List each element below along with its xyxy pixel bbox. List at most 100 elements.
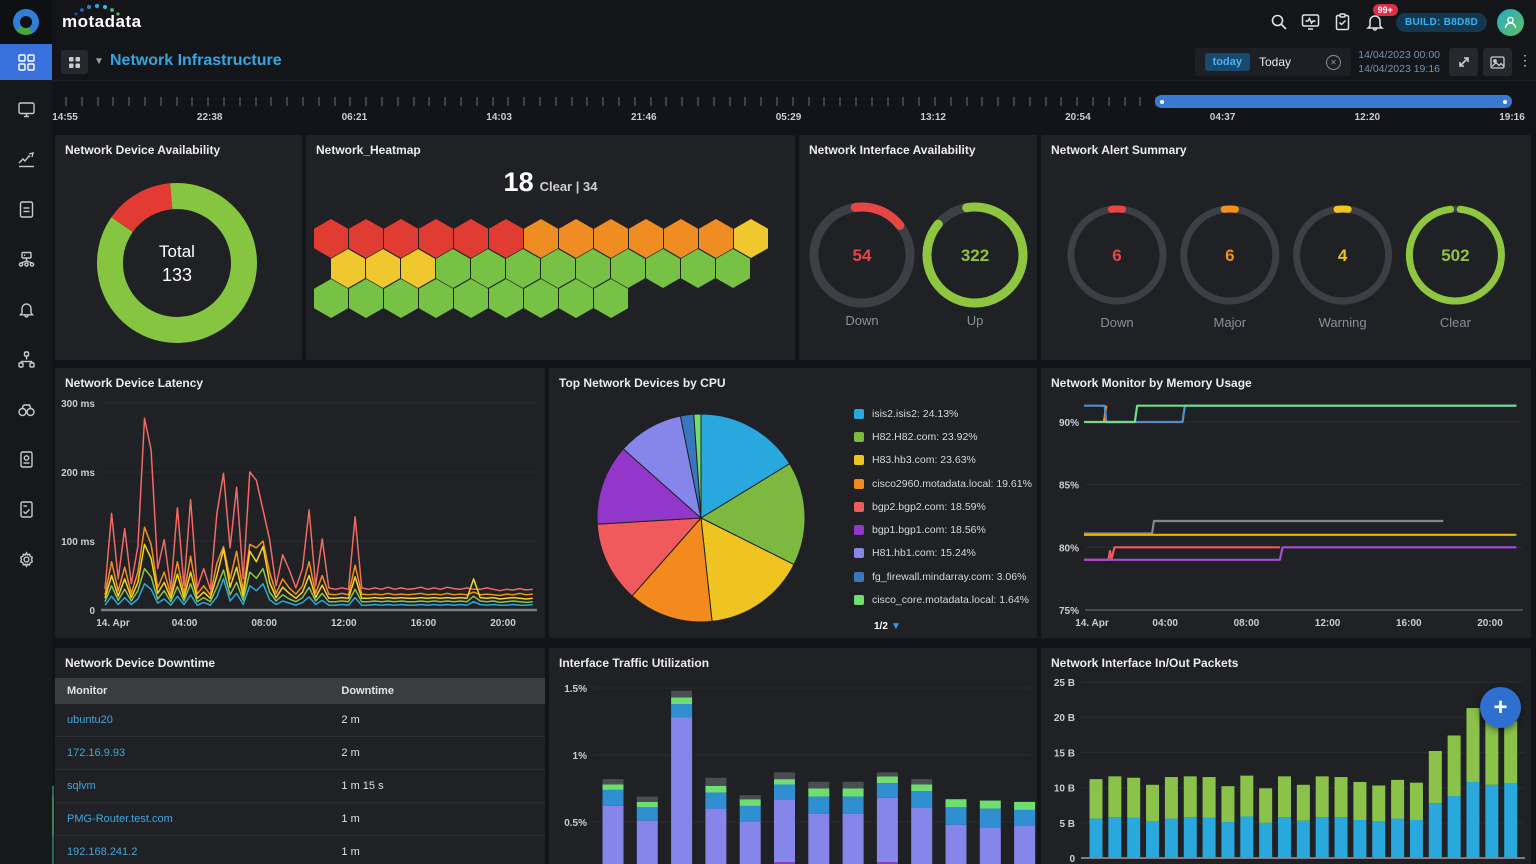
notifications-bell-icon[interactable]: 99+ <box>1364 11 1386 33</box>
timeline-label: 04:37 <box>1210 112 1236 123</box>
timeline-tick <box>112 97 114 106</box>
snapshot-button[interactable] <box>1483 48 1512 76</box>
chevron-down-icon[interactable]: ▼ <box>94 56 104 67</box>
sidebar-item-monitors[interactable] <box>0 90 52 128</box>
timeline-tick <box>713 97 715 106</box>
sidebar-item-dashboards[interactable] <box>0 44 52 80</box>
time-range-picker[interactable]: today Today ✕ <box>1195 48 1351 76</box>
app-logo[interactable] <box>0 0 52 44</box>
legend-item[interactable]: H83.hb3.com: 23.63% <box>854 449 1032 472</box>
timeline-label: 19:16 <box>1499 112 1525 123</box>
legend-item[interactable]: H82.H82.com: 23.92% <box>854 425 1032 448</box>
dashboard-title[interactable]: Network Infrastructure <box>110 52 282 70</box>
svg-text:20:00: 20:00 <box>490 618 516 629</box>
timeline-tick <box>255 97 257 106</box>
hex-cell-yellow[interactable] <box>734 219 768 258</box>
timeline-tick <box>744 97 746 106</box>
timeline-tick <box>128 97 130 106</box>
logs-icon <box>17 200 36 219</box>
metrics-icon <box>17 150 36 169</box>
legend-item[interactable]: H81.hb1.com: 15.24% <box>854 542 1032 565</box>
sidebar-item-topology[interactable] <box>0 340 52 378</box>
settings-icon <box>17 550 36 569</box>
topology-icon <box>17 350 36 369</box>
timeline-tick <box>681 97 683 106</box>
timeline-tick <box>855 97 857 106</box>
legend-pagination[interactable]: 1/2 ▼ <box>874 620 901 632</box>
timeline-tick <box>1108 97 1110 106</box>
svg-text:12:00: 12:00 <box>331 618 357 629</box>
date-from: 14/04/2023 00:00 <box>1358 48 1440 62</box>
sidebar-item-metrics[interactable] <box>0 140 52 178</box>
column-header-downtime[interactable]: Downtime <box>329 678 545 704</box>
legend-label: H83.hb3.com: 23.63% <box>872 454 976 466</box>
agent-monitor-icon[interactable] <box>1300 11 1322 33</box>
timeline-tick <box>1029 97 1031 106</box>
legend-item[interactable]: bgp1.bgp1.com: 18.56% <box>854 518 1032 541</box>
timeline-tick <box>934 97 936 106</box>
timeline-range-slider[interactable] <box>1155 95 1512 108</box>
legend-item[interactable]: cisco_core.motadata.local: 1.64% <box>854 588 1032 611</box>
search-icon[interactable] <box>1268 11 1290 33</box>
monitor-link[interactable]: PMG-Router.test.com <box>55 803 329 836</box>
monitor-link[interactable]: sqlvm <box>55 770 329 803</box>
sidebar-item-reports[interactable] <box>0 490 52 528</box>
legend-item[interactable]: bgp2.bgp2.com: 18.59% <box>854 495 1032 518</box>
range-handle-left[interactable] <box>1160 100 1164 104</box>
timeline-tick <box>302 97 304 106</box>
monitor-link[interactable]: 192.168.241.2 <box>55 836 329 864</box>
pie-legend: isis2.isis2: 24.13%H82.H82.com: 23.92% H8… <box>854 402 1032 612</box>
legend-swatch <box>854 502 864 512</box>
range-handle-right[interactable] <box>1503 100 1507 104</box>
timeline-tick <box>413 97 415 106</box>
legend-item[interactable]: fg_firewall.mindarray.com: 3.06% <box>854 565 1032 588</box>
svg-text:15 B: 15 B <box>1054 748 1075 759</box>
sidebar-item-discovery[interactable] <box>0 390 52 428</box>
page-down-icon: ▼ <box>891 621 901 632</box>
timeline-tick <box>397 97 399 106</box>
clipboard-check-icon[interactable] <box>1332 11 1354 33</box>
timeline-tick <box>555 97 557 106</box>
sidebar-item-settings[interactable] <box>0 540 52 578</box>
expand-button[interactable] <box>1449 48 1478 76</box>
build-badge: BUILD: B8D8D <box>1396 13 1487 32</box>
heatmap-big-suffix: Clear | 34 <box>540 179 598 194</box>
panel-title: Network Interface Availability <box>809 143 976 157</box>
timeline-tick <box>792 97 794 106</box>
timeline-tick <box>823 97 825 106</box>
table-row: ubuntu202 m <box>55 704 545 737</box>
legend-item[interactable]: cisco2960.motadata.local: 19.61% <box>854 472 1032 495</box>
kebab-menu[interactable]: ⋮ <box>1518 52 1532 69</box>
time-range-badge[interactable]: today <box>1205 53 1250 71</box>
dashboard-grid-button[interactable] <box>61 50 88 74</box>
sidebar-item-inventory[interactable] <box>0 440 52 478</box>
table-row: 172.16.9.932 m <box>55 737 545 770</box>
timeline-tick <box>618 97 620 106</box>
timeline-tick <box>492 97 494 106</box>
monitor-link[interactable]: ubuntu20 <box>55 704 329 737</box>
avatar[interactable] <box>1497 9 1524 36</box>
sidebar-item-logs[interactable] <box>0 190 52 228</box>
column-header-monitor[interactable]: Monitor <box>55 678 329 704</box>
time-range-label: Today <box>1259 55 1291 69</box>
svg-text:200 ms: 200 ms <box>61 468 95 479</box>
timeline-label: 20:54 <box>1065 112 1091 123</box>
panel-title: Top Network Devices by CPU <box>559 376 726 390</box>
legend-item[interactable]: isis2.isis2: 24.13% <box>854 402 1032 425</box>
latency-line-chart: 300 ms200 ms100 ms014. Apr04:0008:0012:0… <box>55 368 545 638</box>
timeline-tick <box>270 97 272 106</box>
svg-text:08:00: 08:00 <box>251 618 277 629</box>
monitor-link[interactable]: 172.16.9.93 <box>55 737 329 770</box>
svg-text:10 B: 10 B <box>1054 784 1075 795</box>
svg-text:80%: 80% <box>1059 543 1079 554</box>
sidebar-item-devices[interactable] <box>0 240 52 278</box>
downtime-value: 2 m <box>329 704 545 737</box>
add-fab-button[interactable]: + <box>1480 687 1521 728</box>
panel-device-latency: Network Device Latency 300 ms200 ms100 m… <box>55 368 545 638</box>
svg-text:1.5%: 1.5% <box>564 684 587 695</box>
clear-time-range-icon[interactable]: ✕ <box>1326 55 1341 70</box>
panel-inout-packets: Network Interface In/Out Packets 25 B20 … <box>1041 648 1531 864</box>
sidebar-item-alerts[interactable] <box>0 290 52 328</box>
svg-text:12:00: 12:00 <box>1315 618 1341 629</box>
legend-swatch <box>854 479 864 489</box>
